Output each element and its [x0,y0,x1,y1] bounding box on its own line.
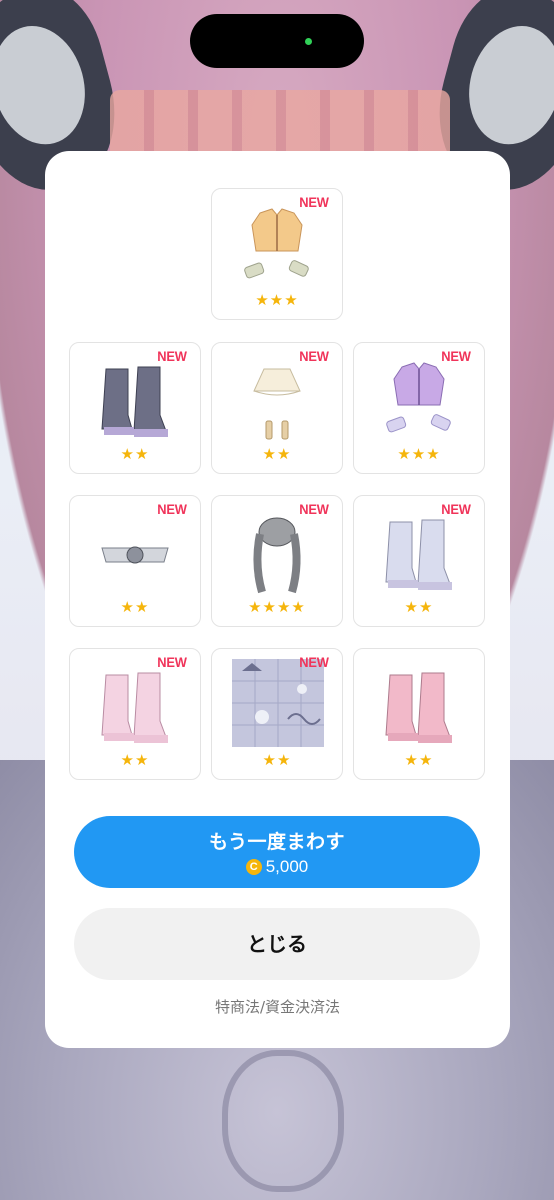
boots-icon [101,672,168,743]
camera-notch [190,14,364,68]
new-badge: NEW [157,348,187,364]
new-badge: NEW [299,348,329,364]
item-card[interactable]: NEW ★★ [353,495,485,627]
rarity-stars: ★★ [120,751,150,769]
new-badge: NEW [441,348,471,364]
rarity-stars: ★★★ [255,291,299,309]
item-card[interactable]: NEW ★★ [69,648,201,780]
close-button[interactable]: とじる [74,908,480,980]
boots-icon [385,672,452,743]
price-row: C 5,000 [245,857,309,877]
rarity-stars: ★★ [262,751,292,769]
item-card[interactable]: NEW ★★ [69,495,201,627]
legal-notice-link[interactable]: 特商法/資金決済法 [45,996,510,1017]
boots-icon [385,519,452,590]
new-badge: NEW [299,194,329,210]
price-value: 5,000 [265,857,309,876]
cropped-jacket-icon [244,208,309,279]
new-badge: NEW [157,654,187,670]
item-card[interactable]: NEW ★★★★ [211,495,343,627]
item-card[interactable]: NEW ★★ [211,648,343,780]
new-badge: NEW [299,501,329,517]
pattern-background-icon [232,659,324,747]
item-card[interactable]: NEW ★★ [69,342,201,474]
new-badge: NEW [157,501,187,517]
cropped-jacket-icon [386,362,451,433]
item-card[interactable]: NEW ★★★ [353,342,485,474]
new-badge: NEW [299,654,329,670]
coin-icon: C [245,859,262,875]
twin-tail-hair-icon [253,517,301,594]
spin-again-button[interactable]: もう一度まわす C 5,000 [74,816,480,888]
item-card[interactable]: ★★ [353,648,485,780]
spin-again-label: もう一度まわす [209,831,345,853]
rarity-stars: ★★ [404,751,434,769]
rarity-stars: ★★ [120,598,150,616]
camera-indicator [305,38,312,45]
gacha-result-dialog: NEW ★★★ NEW ★★ NEW ★★ NEW ★★★ NEW ★★ NEW… [45,151,510,1048]
skirt-icon [253,368,301,440]
item-card[interactable]: NEW ★★ [211,342,343,474]
rarity-stars: ★★ [404,598,434,616]
item-card[interactable]: NEW ★★★ [211,188,343,320]
rarity-stars: ★★ [120,445,150,463]
new-badge: NEW [441,501,471,517]
belt-icon [101,546,169,564]
boots-icon [101,366,168,437]
rarity-stars: ★★★★ [248,598,306,616]
rarity-stars: ★★ [262,445,292,463]
rarity-stars: ★★★ [397,445,441,463]
